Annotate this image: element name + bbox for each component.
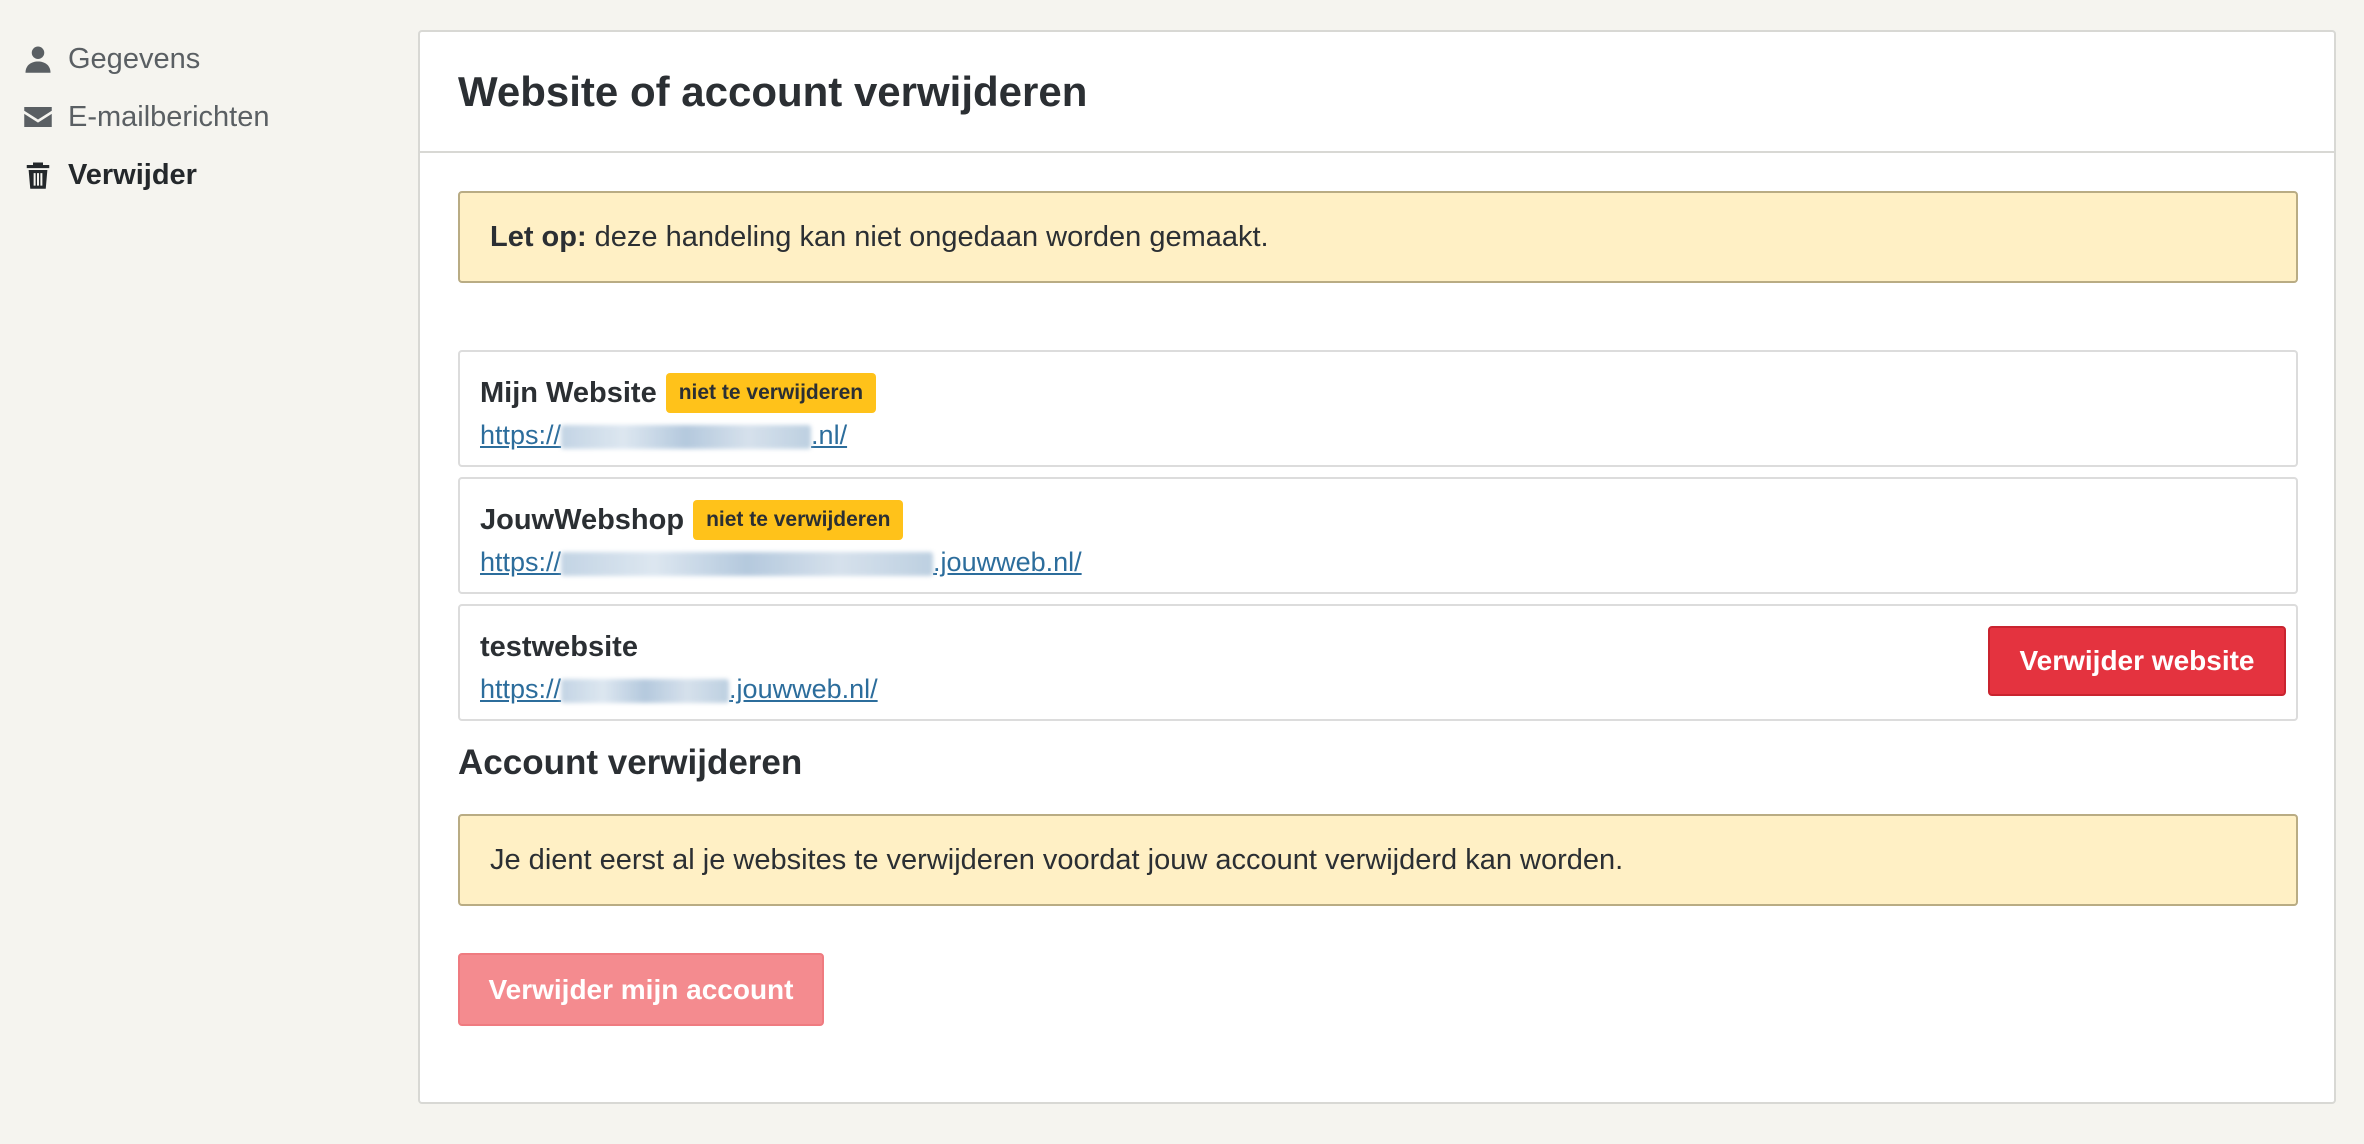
website-row: JouwWebshop niet te verwijderen https://… [458, 477, 2298, 594]
warning-text: deze handeling kan niet ongedaan worden … [594, 220, 1269, 253]
redacted-domain [561, 678, 730, 703]
url-prefix: https:// [480, 420, 562, 450]
redacted-domain [561, 551, 934, 576]
page-title: Website of account verwijderen [458, 67, 1088, 115]
account-notice-alert: Je dient eerst al je websites te verwijd… [458, 814, 2298, 906]
not-deletable-badge: niet te verwijderen [665, 373, 877, 413]
warning-label: Let op: [490, 220, 587, 253]
website-url-link[interactable]: https:// .nl/ [480, 420, 2296, 451]
sidebar-item-label: Verwijder [68, 158, 197, 191]
website-row: Mijn Website niet te verwijderen https:/… [458, 350, 2298, 467]
envelope-icon [22, 101, 54, 133]
trash-icon [22, 159, 54, 191]
warning-alert: Let op: deze handeling kan niet ongedaan… [458, 191, 2298, 283]
panel-header: Website of account verwijderen [420, 32, 2334, 153]
website-row: testwebsite https:// .jouwweb.nl/ Verwijd… [458, 604, 2298, 721]
account-notice-text: Je dient eerst al je websites te verwijd… [490, 843, 1624, 876]
delete-account-button[interactable]: Verwijder mijn account [458, 953, 824, 1026]
website-name: testwebsite [480, 630, 638, 663]
website-url-link[interactable]: https:// .jouwweb.nl/ [480, 547, 2296, 578]
redacted-domain [561, 424, 812, 449]
not-deletable-badge: niet te verwijderen [693, 500, 904, 540]
website-name: Mijn Website [480, 376, 657, 409]
settings-sidebar: Gegevens E-mailberichten Verwijder [22, 30, 382, 204]
website-name: JouwWebshop [480, 503, 685, 536]
url-prefix: https:// [480, 547, 562, 577]
sidebar-item-label: Gegevens [68, 42, 201, 75]
url-suffix: .jouwweb.nl/ [933, 547, 1082, 577]
url-prefix: https:// [480, 674, 562, 704]
sidebar-item-label: E-mailberichten [68, 100, 270, 133]
delete-website-button[interactable]: Verwijder website [1988, 626, 2286, 696]
user-icon [22, 43, 54, 75]
sidebar-item-gegevens[interactable]: Gegevens [22, 30, 382, 88]
url-suffix: .jouwweb.nl/ [729, 674, 878, 704]
url-suffix: .nl/ [811, 420, 848, 450]
sidebar-item-verwijder[interactable]: Verwijder [22, 146, 382, 204]
account-section-title: Account verwijderen [458, 743, 803, 782]
sidebar-item-e-mailberichten[interactable]: E-mailberichten [22, 88, 382, 146]
delete-panel: Website of account verwijderen Let op: d… [418, 30, 2336, 1104]
